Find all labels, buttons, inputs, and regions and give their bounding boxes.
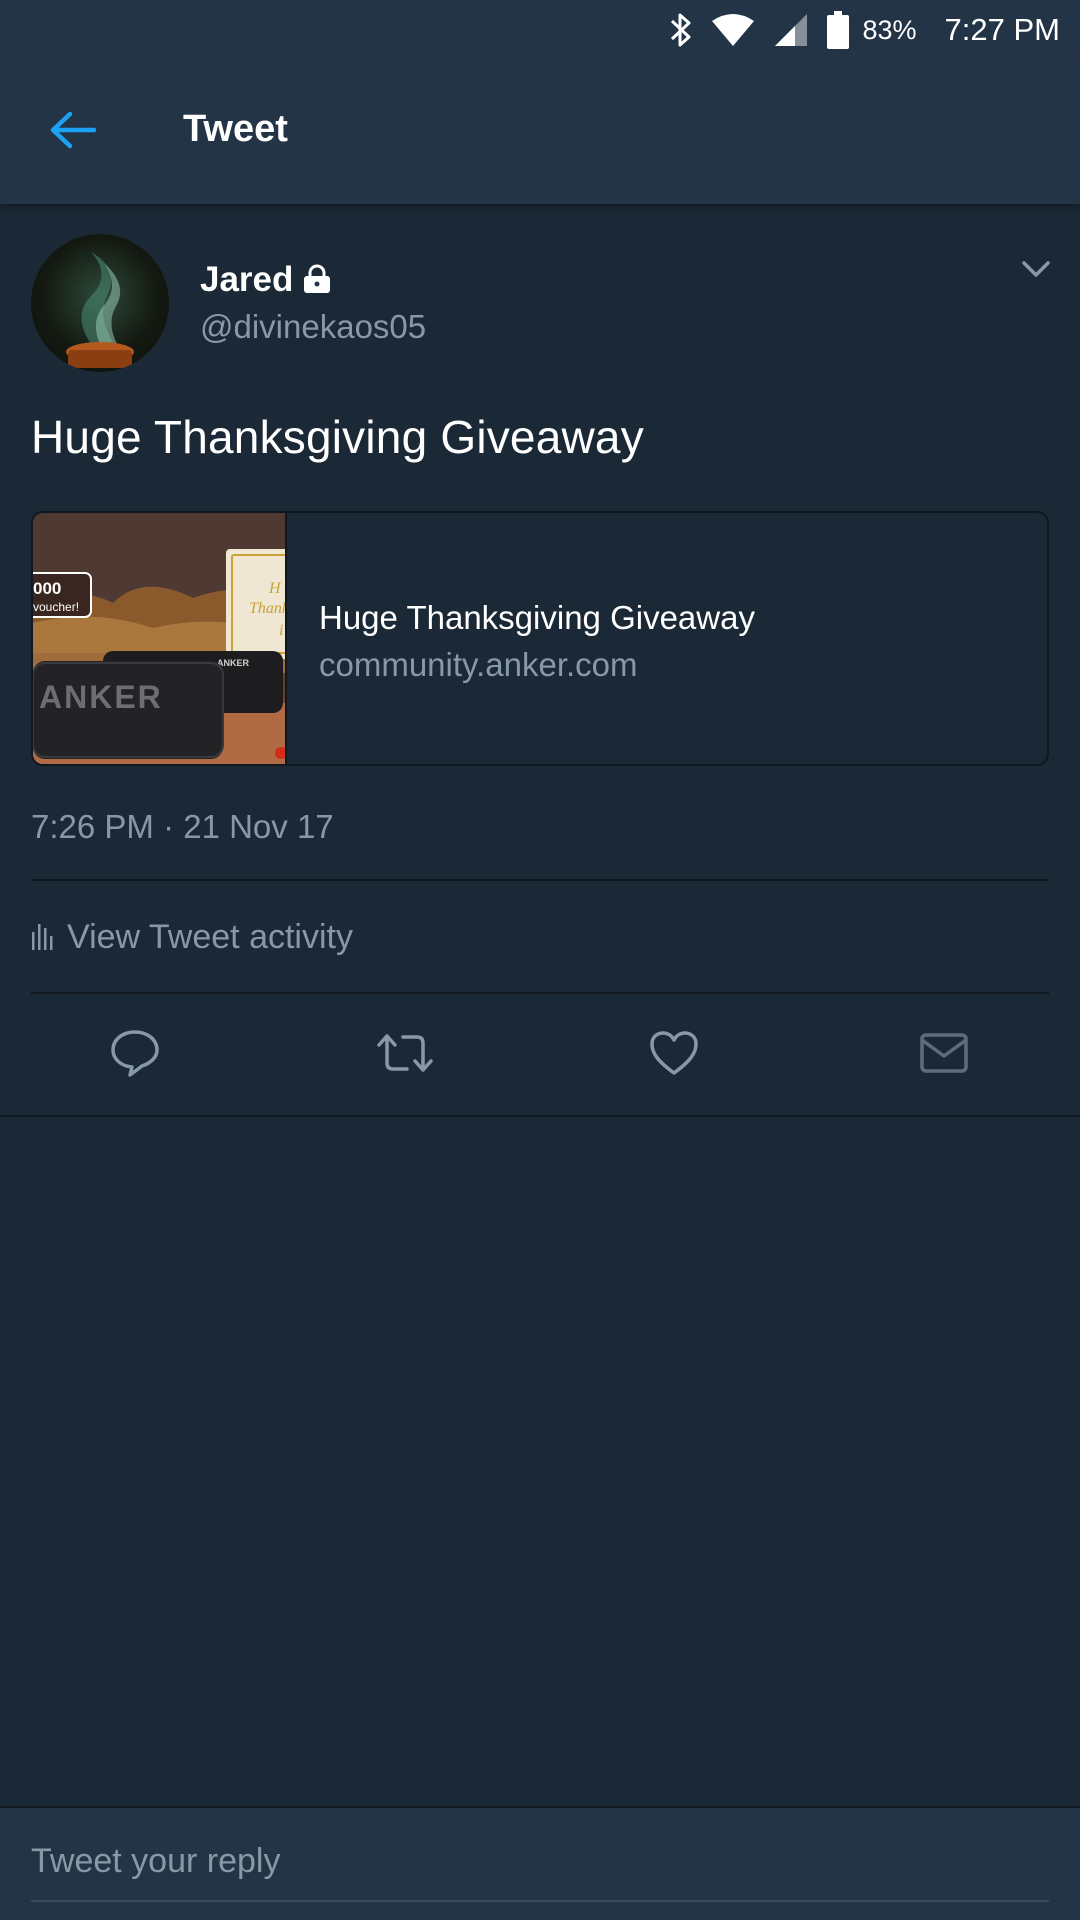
reply-button[interactable] (105, 1025, 165, 1085)
tweet-actions (0, 995, 1080, 1115)
status-time: 7:27 PM (944, 12, 1060, 47)
view-tweet-activity-button[interactable]: View Tweet activity (31, 882, 1049, 992)
cell-signal-icon (773, 12, 809, 48)
lock-icon (302, 264, 332, 299)
divider (0, 1115, 1080, 1117)
direct-message-icon (919, 1032, 969, 1079)
chevron-down-icon (1021, 260, 1051, 283)
back-button[interactable] (44, 104, 100, 160)
voucher-amount: 000 (33, 579, 61, 598)
link-card[interactable]: H Thank i 000 voucher! ANKER ANKER Huge … (31, 511, 1049, 766)
direct-message-button[interactable] (914, 1025, 974, 1085)
avatar[interactable] (31, 234, 169, 372)
tweet-detail-screen: 83% 7:27 PM Tweet Jared @divinekaos05 Hu… (0, 0, 1080, 1920)
divider (31, 879, 1049, 881)
card-title: Huge Thanksgiving Giveaway (319, 599, 755, 636)
voucher-text: voucher! (33, 600, 79, 614)
card-domain: community.anker.com (319, 646, 638, 683)
battery-icon (826, 11, 849, 49)
speaker-brand-text: ANKER (39, 679, 163, 715)
card-thumbnail: H Thank i 000 voucher! ANKER ANKER (33, 513, 287, 764)
small-brand-text: ANKER (217, 658, 250, 668)
app-bar: Tweet (0, 60, 1080, 204)
tweet-text: Huge Thanksgiving Giveaway (31, 411, 644, 463)
retweet-icon (375, 1031, 435, 1080)
tweet-timestamp: 7:26 PM · 21 Nov 17 (31, 808, 334, 845)
card-text-2: Thank (249, 600, 287, 617)
battery-percent: 83% (862, 14, 917, 45)
reply-icon (110, 1029, 160, 1082)
analytics-icon (31, 920, 53, 955)
divider (31, 992, 1049, 994)
reply-input[interactable]: Tweet your reply (31, 1822, 1049, 1902)
wifi-icon (711, 13, 755, 47)
bluetooth-icon (669, 12, 693, 48)
page-title: Tweet (183, 108, 288, 150)
author-handle[interactable]: @divinekaos05 (200, 308, 426, 346)
card-text-3: i (279, 622, 283, 639)
retweet-button[interactable] (375, 1025, 435, 1085)
arrow-left-icon (48, 110, 97, 155)
status-bar: 83% 7:27 PM (0, 0, 1080, 60)
like-button[interactable] (644, 1025, 704, 1085)
like-icon (649, 1030, 699, 1081)
activity-label: View Tweet activity (67, 917, 353, 956)
author-name[interactable]: Jared (200, 260, 293, 300)
tweet-options-button[interactable] (1016, 256, 1056, 286)
reply-bar: Tweet your reply (0, 1806, 1080, 1920)
card-text-1: H (268, 580, 282, 597)
